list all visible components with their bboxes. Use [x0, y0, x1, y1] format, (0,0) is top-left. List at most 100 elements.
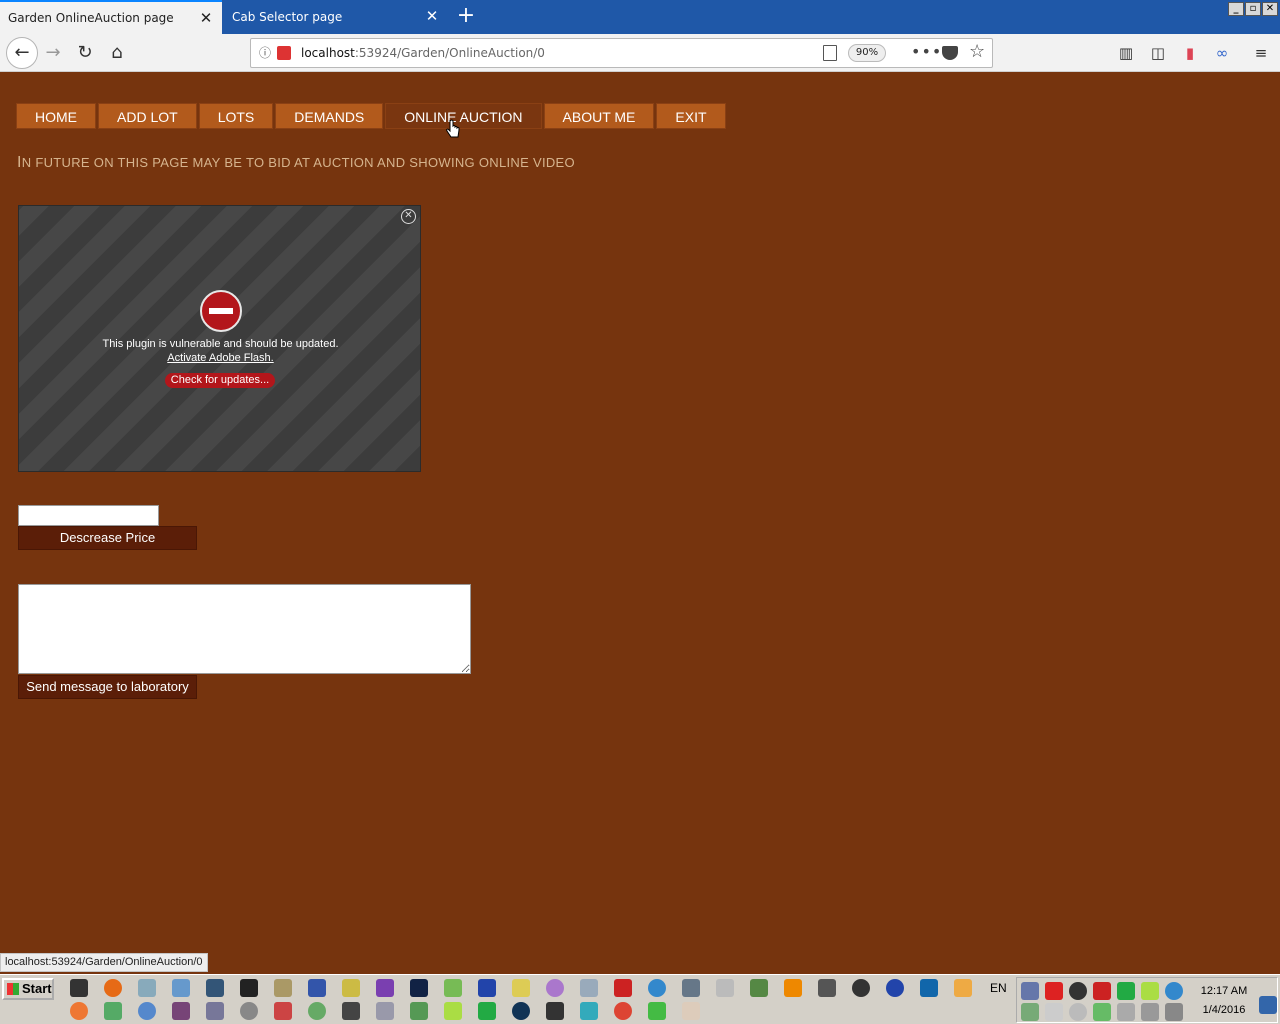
extension-icon[interactable]: ▮ — [1179, 42, 1201, 64]
gear-icon[interactable] — [750, 979, 768, 997]
ball-icon[interactable] — [512, 1002, 530, 1020]
show-desktop-icon[interactable] — [1259, 996, 1277, 1014]
clock-time[interactable]: 12:17 AM — [1196, 985, 1252, 997]
tab-cab-selector[interactable]: Cab Selector page ✕ — [224, 0, 448, 34]
tray-network-icon[interactable] — [1021, 982, 1039, 1000]
check-for-updates-button[interactable]: Check for updates... — [165, 373, 275, 388]
explorer-icon[interactable] — [172, 979, 190, 997]
network-icon[interactable] — [206, 979, 224, 997]
cmd-icon[interactable] — [70, 979, 88, 997]
app-blue-icon[interactable] — [920, 979, 938, 997]
activate-flash-link[interactable]: Activate Adobe Flash. — [19, 352, 422, 364]
puzzle-icon[interactable] — [104, 1002, 122, 1020]
pocket-icon[interactable] — [942, 46, 958, 60]
tray-shield-icon[interactable] — [1093, 1003, 1111, 1021]
tool-icon[interactable] — [172, 1002, 190, 1020]
folder-light-icon[interactable] — [682, 1002, 700, 1020]
ie-icon[interactable] — [138, 1002, 156, 1020]
xp-icon[interactable] — [376, 1002, 394, 1020]
menu-item-add-lot[interactable]: ADD LOT — [98, 103, 197, 129]
send-message-button[interactable]: Send message to laboratory — [18, 675, 197, 699]
window-icon[interactable] — [580, 979, 598, 997]
tray-display-icon[interactable] — [1021, 1003, 1039, 1021]
gear-dark-icon[interactable] — [342, 1002, 360, 1020]
save-icon[interactable] — [478, 979, 496, 997]
folder-icon[interactable] — [954, 979, 972, 997]
tray-filezilla-icon[interactable] — [1093, 982, 1111, 1000]
note-icon[interactable] — [512, 979, 530, 997]
drive-icon[interactable] — [410, 1002, 428, 1020]
shield-check-icon[interactable] — [648, 1002, 666, 1020]
menu-item-home[interactable]: HOME — [16, 103, 96, 129]
reader-view-icon[interactable] — [823, 45, 837, 61]
cross-icon[interactable] — [478, 1002, 496, 1020]
reload-button[interactable]: ↻ — [70, 38, 100, 68]
bookmark-star-icon[interactable]: ☆ — [969, 41, 985, 62]
sidebar-icon[interactable]: ◫ — [1147, 42, 1169, 64]
settings-icon[interactable] — [682, 979, 700, 997]
menu-item-about-me[interactable]: ABOUT ME — [543, 103, 655, 129]
extension-link-icon[interactable]: ∞ — [1211, 42, 1233, 64]
dismiss-plugin-icon[interactable]: ✕ — [401, 209, 416, 224]
price-input[interactable] — [18, 505, 159, 526]
paint-icon[interactable] — [342, 979, 360, 997]
close-tab-icon[interactable]: ✕ — [198, 10, 214, 26]
filezilla-icon[interactable] — [614, 979, 632, 997]
notepad-icon[interactable] — [138, 979, 156, 997]
lock-icon[interactable] — [546, 1002, 564, 1020]
menu-item-lots[interactable]: LOTS — [198, 103, 274, 129]
globe-icon[interactable] — [648, 979, 666, 997]
infinity-icon[interactable] — [308, 979, 326, 997]
box-icon[interactable] — [274, 1002, 292, 1020]
vlc-icon[interactable] — [784, 979, 802, 997]
maximize-button[interactable]: ▫ — [1245, 2, 1261, 16]
tray-cross-icon[interactable] — [1117, 982, 1135, 1000]
close-tab-icon[interactable]: ✕ — [424, 8, 440, 24]
tray-security-icon[interactable] — [1069, 982, 1087, 1000]
pen-icon[interactable] — [444, 979, 462, 997]
speaker-icon[interactable] — [1117, 1003, 1135, 1021]
headphones-icon[interactable] — [852, 979, 870, 997]
zoom-indicator[interactable]: 90% — [848, 44, 886, 62]
flag-icon[interactable] — [1141, 1003, 1159, 1021]
tab-garden-onlineauction[interactable]: Garden OnlineAuction page ✕ — [0, 0, 222, 34]
page-actions-icon[interactable]: ••• — [911, 42, 942, 61]
message-textarea[interactable] — [18, 584, 471, 674]
back-button[interactable]: ← — [6, 37, 38, 69]
calendar-icon[interactable] — [716, 979, 734, 997]
tray-globe-icon[interactable] — [1165, 982, 1183, 1000]
language-indicator[interactable]: EN — [990, 981, 1007, 995]
clock-date[interactable]: 1/4/2016 — [1196, 1004, 1252, 1016]
control-icon[interactable] — [818, 979, 836, 997]
globe-gray-icon[interactable] — [240, 1002, 258, 1020]
tracking-protection-icon[interactable] — [277, 46, 291, 60]
hamburger-menu-icon[interactable]: ≡ — [1250, 42, 1272, 64]
tray-red-icon[interactable] — [1045, 982, 1063, 1000]
cog-icon[interactable] — [580, 1002, 598, 1020]
window-close-button[interactable]: ✕ — [1262, 2, 1278, 16]
library-icon[interactable]: ▥ — [1115, 42, 1137, 64]
menu-item-exit[interactable]: EXIT — [656, 103, 726, 129]
app-icon[interactable] — [410, 979, 428, 997]
new-tab-button[interactable]: + — [452, 2, 480, 32]
menu-item-demands[interactable]: DEMANDS — [275, 103, 384, 129]
network-tree-icon[interactable] — [206, 1002, 224, 1020]
start-button[interactable]: Start — [2, 978, 54, 1000]
fb-icon[interactable] — [240, 979, 258, 997]
leaf-icon[interactable] — [444, 1002, 462, 1020]
tools-icon[interactable] — [274, 979, 292, 997]
firefox-icon[interactable] — [104, 979, 122, 997]
decrease-price-button[interactable]: Descrease Price — [18, 526, 197, 550]
disc-icon[interactable] — [546, 979, 564, 997]
tray-leaf-icon[interactable] — [1141, 982, 1159, 1000]
site-info-icon[interactable]: ⓘ — [257, 45, 273, 61]
address-bar[interactable]: ⓘ localhost:53924/Garden/OnlineAuction/0… — [250, 38, 993, 68]
home-button[interactable]: ⌂ — [102, 38, 132, 68]
blender-icon[interactable] — [70, 1002, 88, 1020]
minimize-button[interactable]: _ — [1228, 2, 1244, 16]
menu-item-online-auction[interactable]: ONLINE AUCTION — [385, 103, 542, 129]
chrome-icon[interactable] — [614, 1002, 632, 1020]
visual-studio-icon[interactable] — [376, 979, 394, 997]
network-computer-icon[interactable] — [1165, 1003, 1183, 1021]
earth-icon[interactable] — [308, 1002, 326, 1020]
